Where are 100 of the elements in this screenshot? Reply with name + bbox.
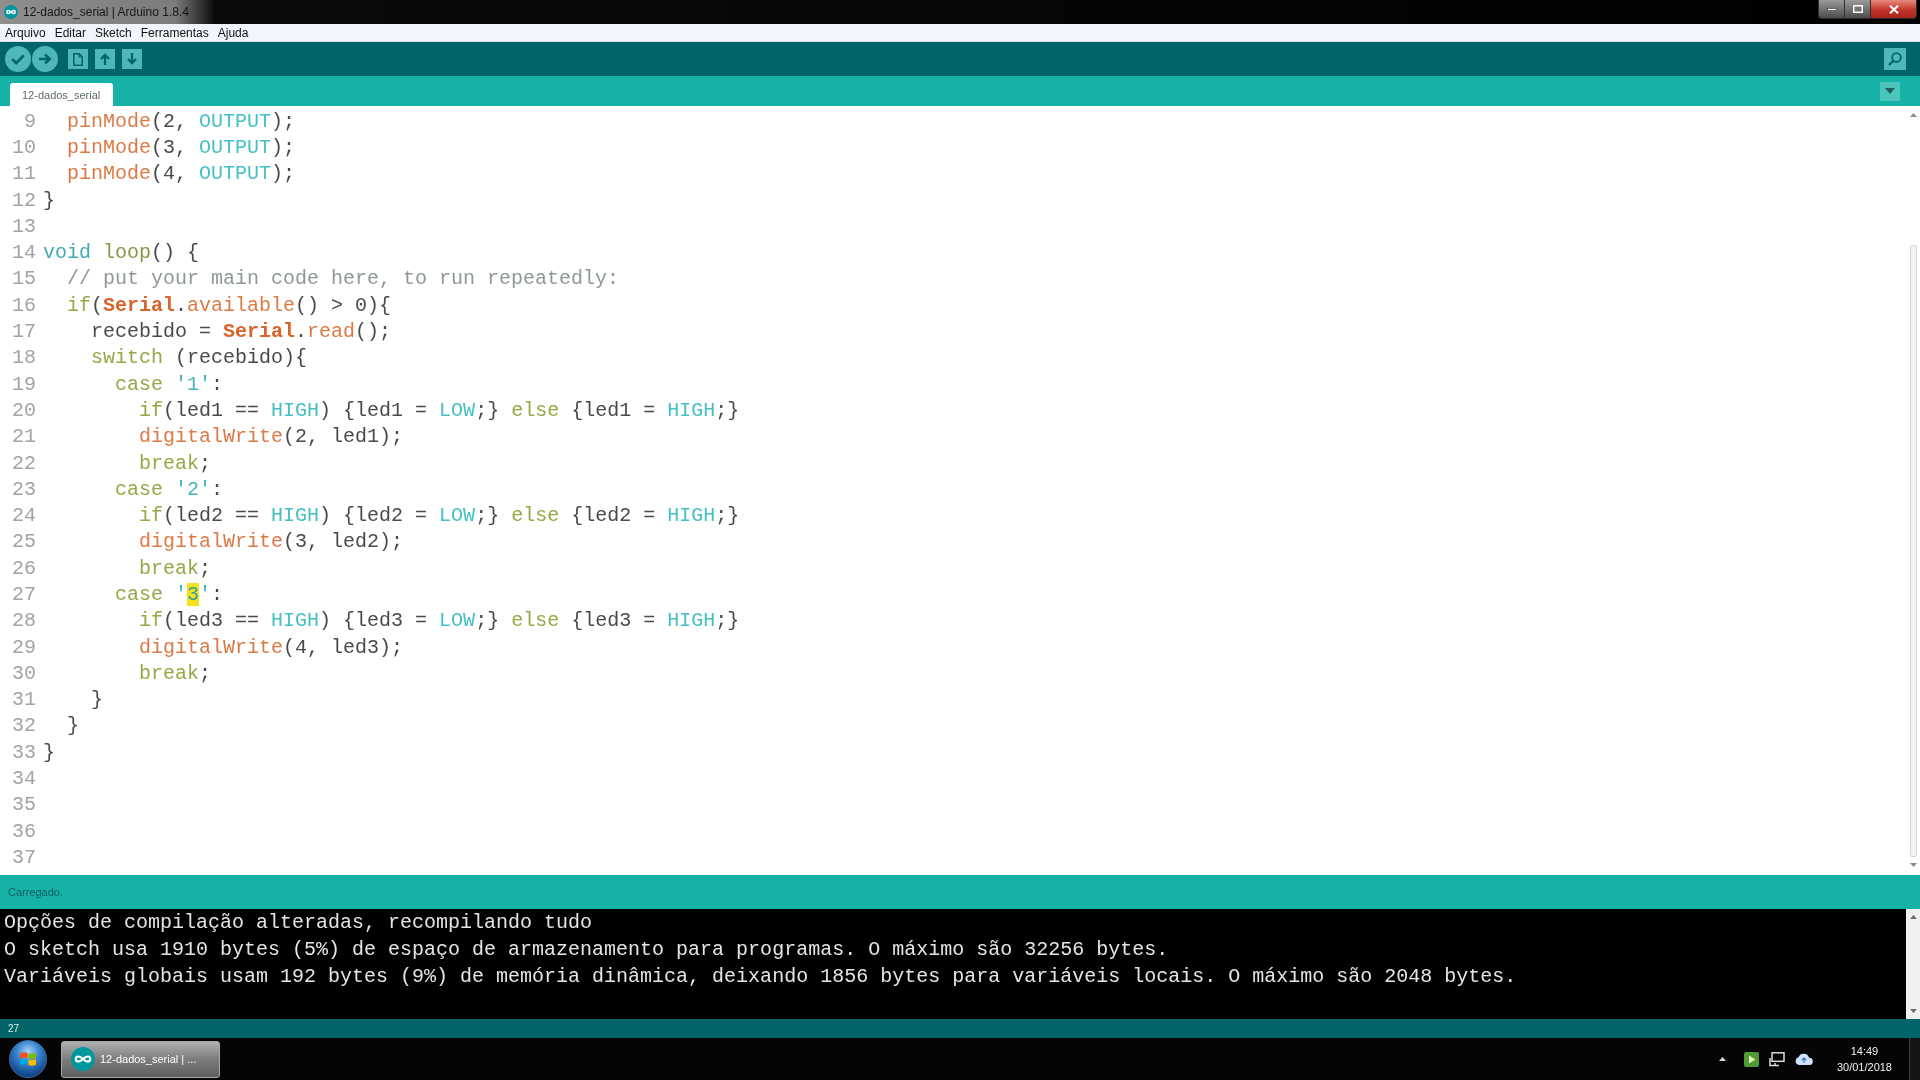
menu-item[interactable]: Sketch <box>95 25 132 40</box>
arrow-down-icon <box>127 53 137 65</box>
code-line: if(Serial.available() > 0){ <box>67 293 392 317</box>
infinity-logo-icon <box>71 1047 95 1071</box>
line-number: 33 <box>12 740 36 764</box>
menu-item[interactable]: Ferramentas <box>140 25 209 40</box>
network-icon[interactable] <box>1768 1051 1785 1067</box>
play-tile-icon[interactable] <box>1743 1051 1759 1067</box>
minimize-icon <box>1826 7 1837 11</box>
serial-monitor-button[interactable] <box>1884 48 1906 70</box>
clock-date: 30/01/2018 <box>1836 1060 1892 1075</box>
upload-button[interactable] <box>32 46 58 72</box>
verify-button[interactable] <box>5 46 31 72</box>
document-icon <box>73 52 83 66</box>
console-line: Variáveis globais usam 192 bytes (9%) de memória dinâmica, deixando 1856 bytes para variáveis locais. O máximo são 2048 bytes. <box>4 964 1517 990</box>
code-line: } <box>43 188 55 212</box>
line-number: 20 <box>12 398 36 422</box>
caret-up-icon[interactable] <box>1718 1057 1726 1061</box>
menu-item[interactable]: Ajuda <box>217 25 249 40</box>
scrollbar-thumb[interactable] <box>1909 245 1917 857</box>
arrow-down-icon[interactable] <box>1909 1009 1917 1013</box>
line-number: 12 <box>12 188 36 212</box>
code-line: digitalWrite(3, led2); <box>139 530 404 554</box>
code-line: void loop() { <box>43 241 200 265</box>
console-line: Opções de compilação alteradas, recompilando tudo <box>4 910 593 936</box>
line-number: 31 <box>12 688 36 712</box>
arrow-down-icon[interactable] <box>1909 863 1917 867</box>
line-number: 24 <box>12 504 36 528</box>
line-number: 15 <box>12 267 36 291</box>
close-button[interactable] <box>1871 0 1917 19</box>
line-number: 37 <box>12 845 36 869</box>
code-line: if(led3 == HIGH) {led3 = LOW;} else {led3 = HIGH;} <box>139 609 740 633</box>
line-number: 29 <box>12 635 36 659</box>
line-number: 36 <box>12 819 36 843</box>
line-number: 13 <box>12 214 36 238</box>
maximize-icon <box>1852 5 1863 13</box>
code-line: } <box>91 688 103 712</box>
line-number: 19 <box>12 372 36 396</box>
line-number: 25 <box>12 530 36 554</box>
line-number: 34 <box>12 767 36 791</box>
line-number: 11 <box>12 162 36 186</box>
line-number: 17 <box>12 320 36 343</box>
code-line: } <box>43 740 55 764</box>
editor-tab[interactable]: 12-dados_serial <box>10 83 114 106</box>
code-line: switch (recebido){ <box>91 346 308 370</box>
code-line: break; <box>139 451 212 475</box>
maximize-button[interactable] <box>1845 0 1871 19</box>
infinity-logo-icon <box>4 5 18 19</box>
check-icon <box>11 53 25 65</box>
close-icon <box>1888 4 1899 14</box>
line-number: 9 <box>24 109 36 133</box>
code-line: pinMode(2, OUTPUT); <box>67 109 296 133</box>
arrow-up-icon[interactable] <box>1909 113 1917 117</box>
line-number: 32 <box>12 714 36 738</box>
magnifier-icon <box>1888 52 1902 66</box>
code-line: digitalWrite(2, led1); <box>139 425 404 449</box>
minimize-button[interactable] <box>1818 0 1845 19</box>
line-number: 26 <box>12 556 36 580</box>
scrollbar[interactable] <box>1906 909 1920 1019</box>
console-line: O sketch usa 1910 bytes (5%) de espaço de armazenamento para programas. O máximo são 32256 bytes. <box>4 937 1169 963</box>
code-line: case '3': <box>115 583 224 606</box>
code-line: recebido = Serial.read(); <box>91 320 392 343</box>
line-number: 10 <box>12 135 36 159</box>
code-line: break; <box>139 556 212 580</box>
line-number: 23 <box>12 477 36 501</box>
clock-time: 14:49 <box>1850 1044 1879 1059</box>
line-number: 21 <box>12 425 36 449</box>
line-number: 18 <box>12 346 36 370</box>
code-line: } <box>67 714 79 738</box>
menu-item[interactable]: Editar <box>54 25 87 40</box>
window-title: 12-dados_serial | Arduino 1.8.4 <box>23 5 189 19</box>
line-number: 30 <box>12 661 36 685</box>
line-number: 14 <box>12 241 36 265</box>
line-number: 28 <box>12 609 36 633</box>
flag-icon <box>19 1051 37 1067</box>
line-number: 16 <box>12 293 36 317</box>
code-line: pinMode(4, OUTPUT); <box>67 162 296 186</box>
taskbar-item[interactable]: 12-dados_serial | ... <box>61 1040 220 1078</box>
line-number: 35 <box>12 793 36 817</box>
code-line: if(led2 == HIGH) {led2 = LOW;} else {led2 = HIGH;} <box>139 504 740 528</box>
code-line: // put your main code here, to run repeatedly: <box>67 267 620 291</box>
code-line: case '1': <box>115 372 224 396</box>
arrow-up-icon[interactable] <box>1909 915 1917 919</box>
code-line: break; <box>139 661 212 685</box>
start-button[interactable] <box>9 1040 47 1078</box>
tab-menu-button[interactable] <box>1880 81 1900 101</box>
arrow-right-icon <box>38 53 52 65</box>
status-message: Carregado. <box>8 886 64 898</box>
line-number: 22 <box>12 451 36 475</box>
open-button[interactable] <box>95 49 115 69</box>
new-button[interactable] <box>68 49 88 69</box>
code-line: digitalWrite(4, led3); <box>139 635 404 659</box>
caret-down-icon <box>1885 88 1895 94</box>
code-line: case '2': <box>115 477 224 501</box>
arrow-up-icon <box>100 53 110 65</box>
line-number: 27 <box>12 583 36 606</box>
menu-item[interactable]: Arquivo <box>5 25 46 40</box>
save-button[interactable] <box>122 49 142 69</box>
cloud-icon[interactable] <box>1794 1053 1813 1065</box>
line-indicator: 27 <box>8 1023 20 1034</box>
